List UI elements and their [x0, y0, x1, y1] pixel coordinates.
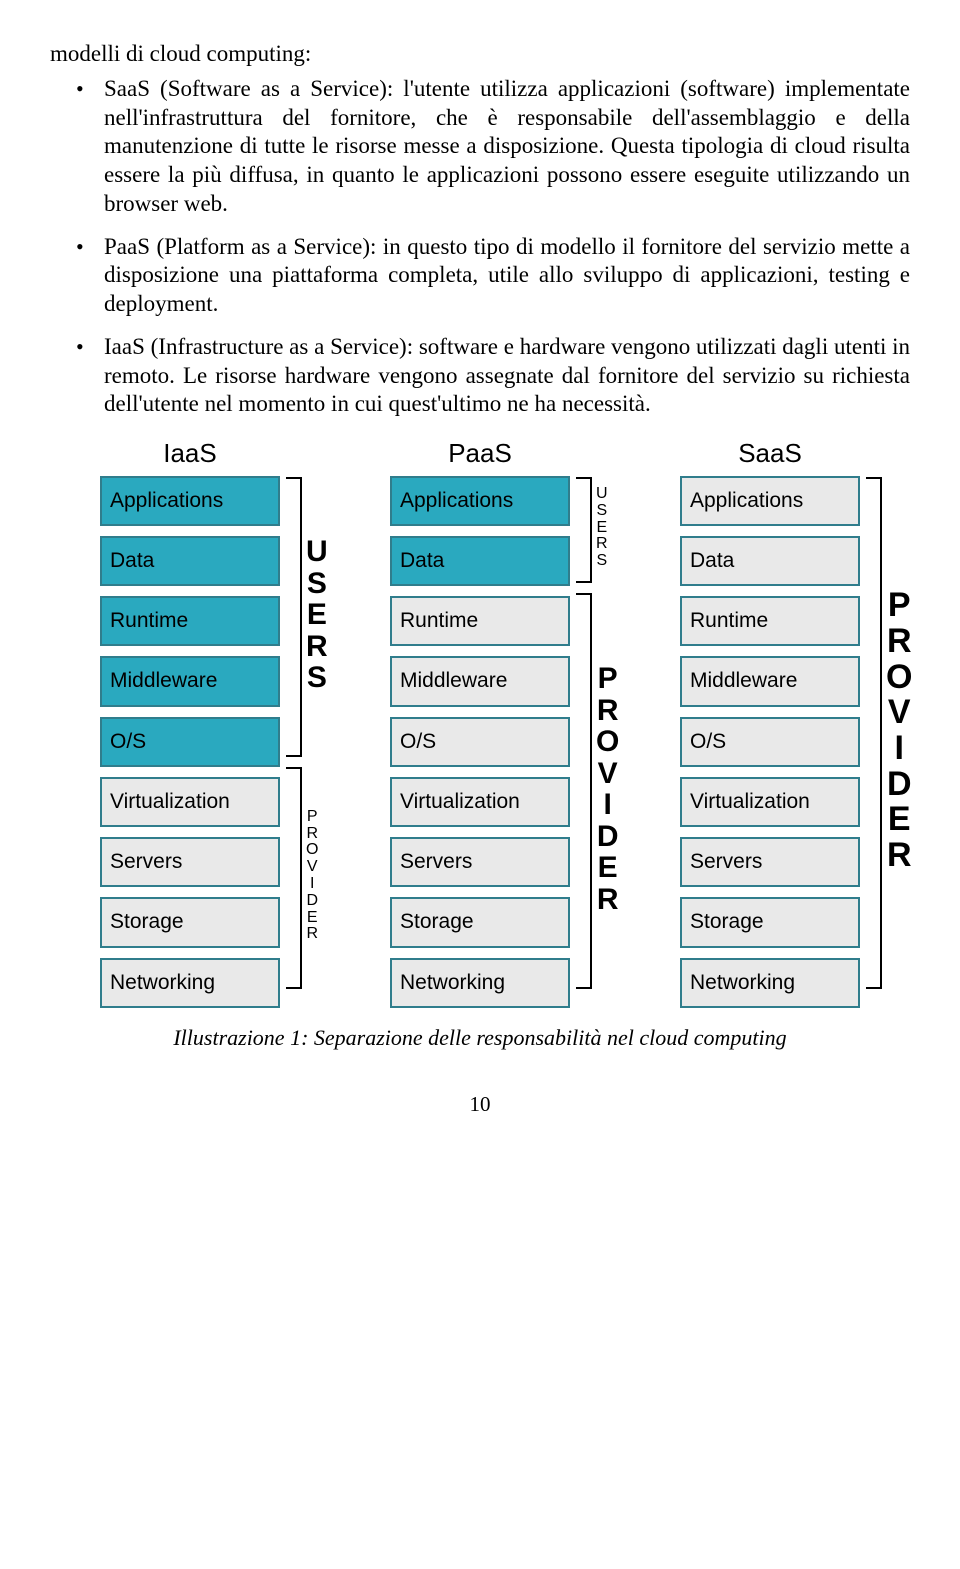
figure-caption: Illustrazione 1: Separazione delle respo…	[50, 1024, 910, 1052]
layer-box: Networking	[390, 958, 570, 1008]
layer-stack: Applications Data Runtime Middleware O/S Virt…	[680, 476, 860, 1008]
bullet-item: SaaS (Software as a Service): l'utente u…	[50, 75, 910, 219]
layer-box: Data	[390, 536, 570, 586]
users-bracket: USERS	[576, 477, 608, 579]
users-bracket: USERS	[286, 477, 328, 753]
layer-box: Runtime	[100, 596, 280, 646]
layer-box: Virtualization	[100, 777, 280, 827]
layer-box: Data	[100, 536, 280, 586]
layer-box: Virtualization	[680, 777, 860, 827]
diagram-column: PaaS Applications Data Runtime Middleware O/S…	[340, 437, 620, 1008]
column-title: IaaS	[163, 437, 217, 470]
layer-box: O/S	[390, 717, 570, 767]
layer-box: Servers	[680, 837, 860, 887]
layer-box: Middleware	[680, 656, 860, 706]
layer-box: O/S	[680, 717, 860, 767]
layer-box: Storage	[100, 897, 280, 947]
provider-bracket: PROVIDER	[286, 767, 318, 985]
bullet-item: IaaS (Infrastructure as a Service): soft…	[50, 333, 910, 419]
intro-text: modelli di cloud computing:	[50, 40, 910, 69]
layer-box: Middleware	[390, 656, 570, 706]
page-number: 10	[50, 1091, 910, 1117]
layer-stack: Applications Data Runtime Middleware O/S Virt…	[100, 476, 280, 1008]
provider-bracket: PROVIDER	[866, 477, 912, 985]
layer-box: Middleware	[100, 656, 280, 706]
layer-box: Servers	[100, 837, 280, 887]
layer-box: Runtime	[680, 596, 860, 646]
diagram-column: SaaS Applications Data Runtime Middleware O/S…	[630, 437, 910, 1008]
column-title: SaaS	[738, 437, 802, 470]
layer-box: Applications	[680, 476, 860, 526]
layer-box: Storage	[390, 897, 570, 947]
layer-box: Data	[680, 536, 860, 586]
layer-box: Runtime	[390, 596, 570, 646]
bullet-list: SaaS (Software as a Service): l'utente u…	[50, 75, 910, 419]
layer-box: Virtualization	[390, 777, 570, 827]
layer-box: O/S	[100, 717, 280, 767]
provider-bracket: PROVIDER	[576, 593, 619, 985]
column-title: PaaS	[448, 437, 512, 470]
cloud-diagram: IaaS Applications Data Runtime Middleware O/S…	[50, 437, 910, 1008]
layer-box: Applications	[390, 476, 570, 526]
layer-stack: Applications Data Runtime Middleware O/S Virt…	[390, 476, 570, 1008]
layer-box: Servers	[390, 837, 570, 887]
layer-box: Storage	[680, 897, 860, 947]
layer-box: Networking	[680, 958, 860, 1008]
layer-box: Networking	[100, 958, 280, 1008]
bullet-item: PaaS (Platform as a Service): in questo …	[50, 233, 910, 319]
diagram-column: IaaS Applications Data Runtime Middleware O/S…	[50, 437, 330, 1008]
layer-box: Applications	[100, 476, 280, 526]
